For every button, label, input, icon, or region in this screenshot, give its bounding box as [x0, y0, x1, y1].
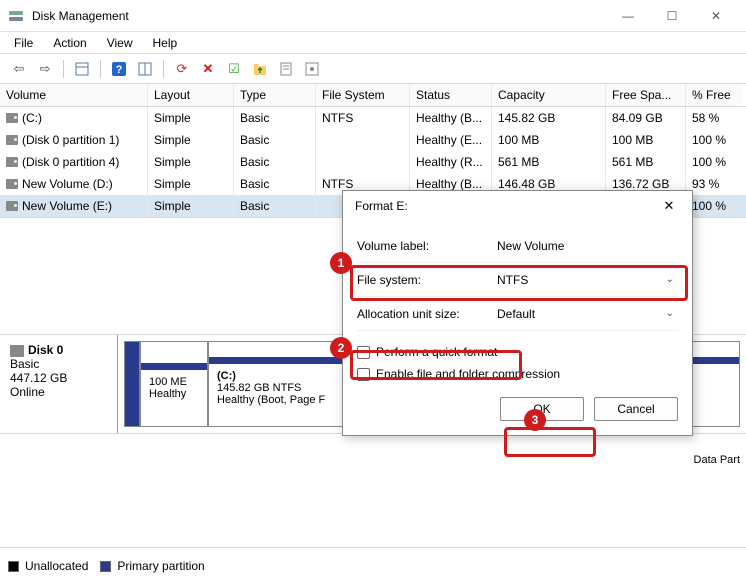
volume-row[interactable]: (C:)SimpleBasicNTFSHealthy (B...145.82 G…: [0, 107, 746, 129]
row-file-system: File system: NTFS⌄: [357, 263, 678, 297]
disk-status: Online: [10, 385, 107, 399]
delete-icon[interactable]: ✕: [197, 58, 219, 80]
partition-fragment: Data Part: [694, 454, 740, 466]
volume-row[interactable]: (Disk 0 partition 1)SimpleBasicHealthy (…: [0, 129, 746, 151]
col-pct[interactable]: % Free: [686, 84, 742, 106]
disk-size: 447.12 GB: [10, 371, 107, 385]
col-layout[interactable]: Layout: [148, 84, 234, 106]
callout-3: 3: [524, 409, 546, 431]
volume-label-label: Volume label:: [357, 239, 497, 253]
titlebar: Disk Management — ☐ ✕: [0, 0, 746, 32]
legend: Unallocated Primary partition: [8, 559, 205, 573]
menu-help[interactable]: Help: [143, 34, 188, 52]
row-volume-label: Volume label: New Volume: [357, 229, 678, 263]
forward-icon[interactable]: ⇨: [34, 58, 56, 80]
drive-icon: [6, 135, 18, 145]
check-icon[interactable]: ☑: [223, 58, 245, 80]
legend-primary: Primary partition: [117, 559, 204, 573]
menu-view[interactable]: View: [97, 34, 143, 52]
app-icon: [8, 8, 24, 24]
col-type[interactable]: Type: [234, 84, 316, 106]
window-title: Disk Management: [32, 9, 606, 23]
col-fs[interactable]: File System: [316, 84, 410, 106]
volume-label-input[interactable]: New Volume: [497, 239, 678, 253]
compression-checkbox[interactable]: [357, 368, 370, 381]
refresh-icon[interactable]: ⟳: [171, 58, 193, 80]
close-button[interactable]: ✕: [694, 2, 738, 30]
file-system-select[interactable]: NTFS⌄: [497, 273, 678, 287]
back-icon[interactable]: ⇦: [8, 58, 30, 80]
partition-sys[interactable]: [124, 341, 140, 427]
dialog-close-icon[interactable]: ✕: [654, 192, 684, 220]
folder-up-icon[interactable]: [249, 58, 271, 80]
allocation-label: Allocation unit size:: [357, 307, 497, 321]
volume-list-header: Volume Layout Type File System Status Ca…: [0, 84, 746, 107]
legend-swatch-primary: [100, 561, 111, 572]
cancel-button[interactable]: Cancel: [594, 397, 678, 421]
row-allocation: Allocation unit size: Default⌄: [357, 297, 678, 331]
maximize-button[interactable]: ☐: [650, 2, 694, 30]
disk-info[interactable]: Disk 0 Basic 447.12 GB Online: [0, 335, 118, 433]
file-system-label: File system:: [357, 273, 497, 287]
settings-icon[interactable]: [301, 58, 323, 80]
format-dialog: Format E: ✕ Volume label: New Volume Fil…: [342, 190, 693, 436]
view-icon[interactable]: [71, 58, 93, 80]
col-volume[interactable]: Volume: [0, 84, 148, 106]
callout-2: 2: [330, 337, 352, 359]
compression-row: Enable file and folder compression: [357, 363, 678, 385]
quick-format-label: Perform a quick format: [376, 345, 497, 359]
drive-icon: [6, 201, 18, 211]
col-capacity[interactable]: Capacity: [492, 84, 606, 106]
dialog-title: Format E:: [351, 199, 654, 213]
volume-row[interactable]: (Disk 0 partition 4)SimpleBasicHealthy (…: [0, 151, 746, 173]
col-free[interactable]: Free Spa...: [606, 84, 686, 106]
legend-unallocated: Unallocated: [25, 559, 88, 573]
partition-block[interactable]: 100 ME Healthy: [140, 341, 208, 427]
callout-1: 1: [330, 252, 352, 274]
chevron-down-icon: ⌄: [666, 274, 674, 285]
properties-icon[interactable]: [275, 58, 297, 80]
panel-icon[interactable]: [134, 58, 156, 80]
svg-text:?: ?: [116, 64, 123, 76]
toolbar: ⇦ ⇨ ? ⟳ ✕ ☑: [0, 54, 746, 84]
help-icon[interactable]: ?: [108, 58, 130, 80]
col-status[interactable]: Status: [410, 84, 492, 106]
menu-action[interactable]: Action: [43, 34, 96, 52]
chevron-down-icon: ⌄: [666, 308, 674, 319]
disk-icon: [10, 345, 24, 357]
legend-swatch-unallocated: [8, 561, 19, 572]
partition-size: 100 ME: [149, 376, 199, 388]
menubar: File Action View Help: [0, 32, 746, 54]
drive-icon: [6, 179, 18, 189]
quick-format-checkbox[interactable]: [357, 346, 370, 359]
drive-icon: [6, 157, 18, 167]
minimize-button[interactable]: —: [606, 2, 650, 30]
compression-label: Enable file and folder compression: [376, 367, 560, 381]
drive-icon: [6, 113, 18, 123]
bottom-divider: [0, 547, 746, 555]
disk-label: Disk 0: [28, 343, 63, 357]
quick-format-row: Perform a quick format: [357, 341, 678, 363]
menu-file[interactable]: File: [4, 34, 43, 52]
partition-status: Healthy: [149, 388, 199, 400]
allocation-select[interactable]: Default⌄: [497, 307, 678, 321]
disk-type: Basic: [10, 357, 107, 371]
dialog-titlebar: Format E: ✕: [343, 191, 692, 221]
